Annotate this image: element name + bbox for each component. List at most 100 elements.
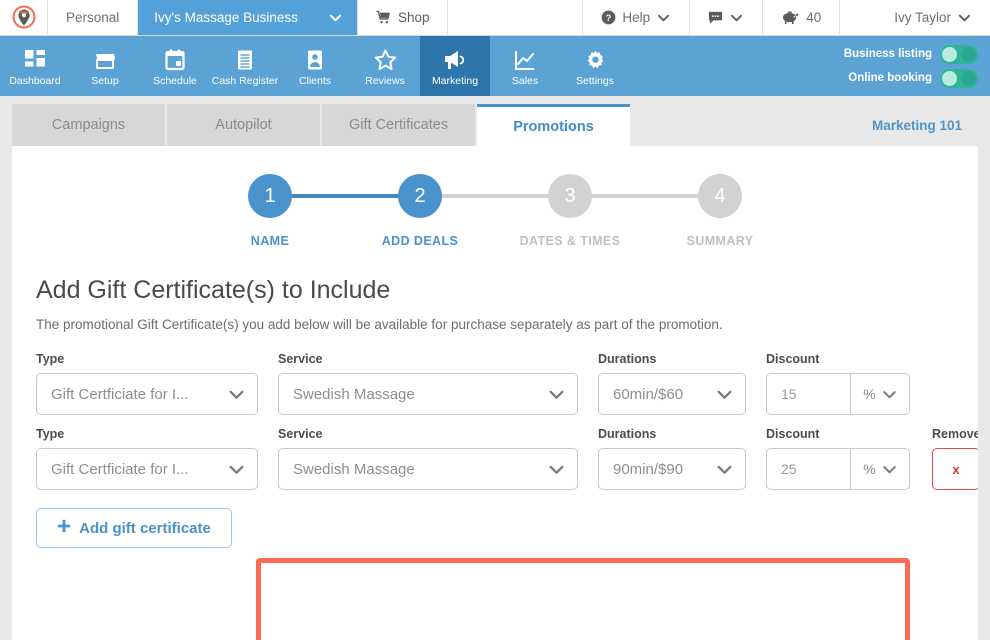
location-pin-logo-icon [12, 5, 35, 28]
content-panel: 1 NAME 2 ADD DEALS 3 DATES & TIMES 4 SUM… [12, 146, 978, 640]
discount-unit-2-value: % [863, 461, 876, 477]
duration-select-1[interactable]: 60min/$60 [598, 373, 746, 415]
duration-field-group-1: Durations 60min/$60 [598, 352, 746, 415]
nav-item-dashboard[interactable]: Dashboard [0, 36, 70, 96]
add-gift-certificate-label: Add gift certificate [79, 519, 211, 537]
nav-item-sales[interactable]: Sales [490, 36, 560, 96]
nav-label-setup: Setup [91, 75, 119, 87]
toggle-online-booking[interactable]: Online booking [844, 68, 978, 88]
toggle-business-listing-switch[interactable] [940, 44, 978, 64]
step-name[interactable]: 1 NAME [195, 174, 420, 248]
app-logo[interactable] [0, 0, 48, 35]
nav-toggles: Business listing Online booking [844, 36, 990, 96]
nav-item-cash-register[interactable]: Cash Register [210, 36, 280, 96]
star-icon [374, 48, 397, 72]
megaphone-icon [443, 48, 467, 72]
line-chart-icon [514, 48, 536, 72]
chevron-down-icon [883, 465, 896, 473]
top-bar: Personal Ivy's Massage Business Shop ? H… [0, 0, 990, 36]
service-select-1-value: Swedish Massage [293, 385, 415, 403]
step-add-deals[interactable]: 2 ADD DEALS [345, 174, 570, 248]
marketing-tabs: Campaigns Autopilot Gift Certificates Pr… [0, 96, 990, 146]
topbar-business-label: Ivy's Massage Business [154, 10, 298, 25]
marketing-101-link[interactable]: Marketing 101 [872, 104, 978, 146]
tab-gift-certificates[interactable]: Gift Certificates [322, 104, 475, 146]
nav-item-settings[interactable]: Settings [560, 36, 630, 96]
tab-campaigns[interactable]: Campaigns [12, 104, 165, 146]
topbar-personal[interactable]: Personal [48, 0, 139, 35]
step-dates-times-number: 3 [548, 174, 592, 218]
type-label-1: Type [36, 352, 65, 366]
gift-certificate-row: Type Gift Certficiate for I... Service S… [36, 352, 978, 415]
chevron-down-icon [717, 390, 732, 399]
nav-item-reviews[interactable]: Reviews [350, 36, 420, 96]
type-select-2[interactable]: Gift Certficiate for I... [36, 448, 258, 490]
duration-label-2: Durations [598, 427, 657, 441]
service-select-2[interactable]: Swedish Massage [278, 448, 578, 490]
receipt-icon [234, 48, 256, 72]
type-label-2: Type [36, 427, 65, 441]
discount-field-group-2: Discount 25 % [766, 427, 910, 490]
discount-input-2[interactable]: 25 [767, 449, 851, 489]
topbar-business-name[interactable]: Ivy's Massage Business [138, 0, 314, 35]
main-navigation: Dashboard Setup Schedule Cash Register C… [0, 36, 990, 96]
topbar-spacer [448, 0, 584, 35]
contact-card-icon [304, 48, 326, 72]
duration-field-group-2: Durations 90min/$90 [598, 427, 746, 490]
step-dates-times[interactable]: 3 DATES & TIMES [495, 174, 720, 248]
service-label-1: Service [278, 352, 323, 366]
tab-autopilot[interactable]: Autopilot [167, 104, 320, 146]
topbar-shop[interactable]: Shop [358, 0, 449, 35]
discount-label-2: Discount [766, 427, 820, 441]
topbar-messages[interactable] [690, 0, 764, 35]
chevron-down-icon [329, 14, 342, 22]
service-field-group-2: Service Swedish Massage [278, 427, 578, 490]
discount-unit-select-2[interactable]: % [851, 449, 909, 489]
remove-label-2: Remove [932, 427, 978, 441]
avatar[interactable] [840, 0, 876, 35]
nav-item-setup[interactable]: Setup [70, 36, 140, 96]
remove-row-button-2-label: x [952, 461, 960, 477]
gear-icon [584, 48, 607, 72]
service-label-2: Service [278, 427, 323, 441]
storefront-icon [94, 48, 116, 72]
type-select-1[interactable]: Gift Certficiate for I... [36, 373, 258, 415]
svg-text:?: ? [606, 13, 612, 23]
business-switcher-dropdown[interactable] [313, 0, 358, 35]
discount-control-2: 25 % [766, 448, 910, 490]
type-select-1-value: Gift Certficiate for I... [51, 385, 189, 403]
toggle-online-booking-switch[interactable] [940, 68, 978, 88]
duration-select-2[interactable]: 90min/$90 [598, 448, 746, 490]
topbar-shop-label: Shop [397, 10, 430, 25]
tab-promotions[interactable]: Promotions [477, 104, 630, 146]
nav-label-dashboard: Dashboard [9, 75, 61, 87]
chevron-down-icon [658, 14, 670, 22]
toggle-online-booking-label: Online booking [848, 72, 932, 84]
page-title: Add Gift Certificate(s) to Include [36, 276, 391, 304]
step-summary-number: 4 [698, 174, 742, 218]
topbar-help[interactable]: ? Help [583, 0, 691, 35]
topbar-user-menu[interactable]: Ivy Taylor [876, 0, 990, 35]
chevron-down-icon [717, 465, 732, 474]
calendar-icon [164, 48, 186, 72]
duration-select-1-value: 60min/$60 [613, 385, 684, 403]
type-select-2-value: Gift Certficiate for I... [51, 460, 189, 478]
topbar-help-label: Help [622, 10, 651, 25]
discount-unit-select-1[interactable]: % [851, 374, 909, 414]
remove-row-button-2[interactable]: x [932, 448, 978, 490]
add-gift-certificate-button[interactable]: Add gift certificate [36, 508, 232, 548]
nav-label-cash-register: Cash Register [211, 75, 279, 87]
chat-bubble-icon [709, 11, 723, 24]
wizard-stepper: 1 NAME 2 ADD DEALS 3 DATES & TIMES 4 SUM… [12, 146, 978, 248]
service-select-1[interactable]: Swedish Massage [278, 373, 578, 415]
nav-item-marketing[interactable]: Marketing [420, 36, 490, 96]
topbar-points[interactable]: 40 [763, 0, 841, 35]
service-select-2-value: Swedish Massage [293, 460, 415, 478]
tab-gift-certificates-label: Gift Certificates [348, 117, 449, 133]
nav-item-schedule[interactable]: Schedule [140, 36, 210, 96]
highlight-annotation-box [256, 558, 910, 640]
nav-item-clients[interactable]: Clients [280, 36, 350, 96]
discount-input-1[interactable]: 15 [767, 374, 851, 414]
toggle-business-listing[interactable]: Business listing [844, 44, 978, 64]
step-summary[interactable]: 4 SUMMARY [645, 174, 795, 248]
